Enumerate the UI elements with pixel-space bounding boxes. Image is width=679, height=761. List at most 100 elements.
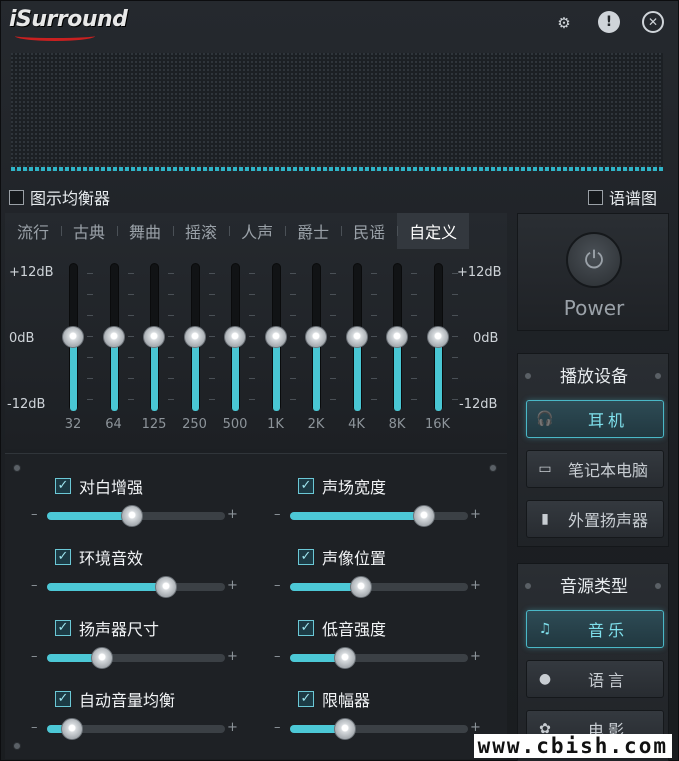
eq-band-frequency: 125 [141,417,167,432]
effect-slider-knob[interactable] [60,718,83,740]
slider-minus: – [274,507,281,522]
eq-band-slider[interactable] [224,263,246,413]
effect-slider-knob[interactable] [334,718,357,740]
effect-checkbox[interactable]: ✓ [298,620,314,636]
eq-band-knob[interactable] [224,326,246,348]
preset-tab[interactable]: 人声 [229,213,285,249]
effect-slider-knob[interactable] [334,647,357,669]
effect-checkbox[interactable]: ✓ [298,478,314,494]
effect-slider-knob[interactable] [121,505,144,527]
laptop-icon: ▭ [538,461,552,477]
info-icon[interactable]: ! [598,11,620,33]
eq-band-slider[interactable] [143,263,165,413]
source-title: 音源类型 [560,577,628,597]
effect-slider[interactable]: – + [274,647,510,669]
eq-band-slider[interactable] [305,263,327,413]
app-logo: iSurround [9,7,128,32]
graphic-eq-checkbox[interactable] [9,189,24,205]
effect-toggle[interactable]: ✓ 低音强度 [298,617,510,639]
preset-tab[interactable]: 舞曲 [117,213,173,249]
eq-tick [289,336,296,337]
effect-checkbox[interactable]: ✓ [298,691,314,707]
close-icon[interactable]: ✕ [642,11,664,33]
eq-band-fill [191,341,199,411]
spectrum-baseline [11,167,663,171]
eq-band-fill [353,341,361,411]
source-option[interactable]: ● 语言 [526,660,664,698]
preset-tab[interactable]: 民谣 [341,213,397,249]
eq-band-slider[interactable] [62,263,84,413]
eq-tick [249,336,255,337]
effect-toggle[interactable]: ✓ 环境音效 [55,546,267,568]
eq-band-knob[interactable] [264,326,287,348]
effect-slider[interactable]: – + [31,647,267,669]
spectrum-checkbox[interactable] [588,189,603,205]
eq-band-slider[interactable] [102,263,125,413]
preset-tab[interactable]: 爵士 [285,213,341,249]
eq-band-knob[interactable] [62,326,84,348]
effect-slider[interactable]: – + [31,718,267,740]
playback-option-label: 耳机 [587,411,628,430]
eq-band-slider[interactable] [426,263,449,413]
effect-checkbox[interactable]: ✓ [298,549,314,565]
gear-icon[interactable]: ⚙ [552,11,576,35]
db-mid-right: 0dB [473,331,499,346]
eq-tick [249,357,255,358]
effect-item: ✓ 限幅器 – + [274,688,510,740]
effect-toggle[interactable]: ✓ 声场宽度 [298,475,510,497]
eq-band-knob[interactable] [386,326,408,348]
effect-checkbox[interactable]: ✓ [55,478,71,494]
eq-tick [451,378,458,379]
eq-band-knob[interactable] [143,326,165,348]
effect-checkbox[interactable]: ✓ [55,691,71,707]
playback-option[interactable]: ▮ 外置扬声器 [526,500,664,538]
eq-tick [249,273,255,274]
eq-tick [289,273,296,274]
effect-toggle[interactable]: ✓ 自动音量均衡 [55,688,267,710]
effect-slider[interactable]: – + [274,505,510,527]
playback-option[interactable]: ▭ 笔记本电脑 [526,450,664,488]
effect-slider-knob[interactable] [412,505,435,527]
effect-slider[interactable]: – + [31,576,267,598]
eq-band-knob[interactable] [183,326,206,348]
preset-tab[interactable]: 流行 [5,213,61,249]
effect-toggle[interactable]: ✓ 扬声器尺寸 [55,617,267,639]
preset-tab[interactable]: 摇滚 [173,213,229,249]
playback-option[interactable]: 🎧 耳机 [526,400,664,438]
eq-band-slider[interactable] [345,263,368,413]
playback-option-label: 笔记本电脑 [567,461,648,480]
effect-toggle[interactable]: ✓ 对白增强 [55,475,267,497]
eq-band-slider[interactable] [183,263,206,413]
graphic-eq-option[interactable]: 图示均衡器 [9,185,110,209]
slider-plus: + [470,507,481,522]
eq-tick [451,357,458,358]
effect-slider-knob[interactable] [350,576,373,598]
effect-slider-knob[interactable] [91,647,114,669]
preset-tab[interactable]: 古典 [61,213,117,249]
eq-tick [168,315,174,316]
eq-band-slider[interactable] [264,263,287,413]
preset-tab[interactable]: 自定义 [397,213,470,249]
eq-band-knob[interactable] [305,326,327,348]
power-icon: ⏻ [584,246,604,274]
effect-slider[interactable]: – + [274,576,510,598]
eq-band-knob[interactable] [102,326,125,348]
source-option[interactable]: ♫ 音乐 [526,610,664,648]
effect-slider-knob[interactable] [155,576,178,598]
eq-band-slider[interactable] [386,263,408,413]
eq-tick [451,273,458,274]
eq-band-knob[interactable] [345,326,368,348]
effect-slider[interactable]: – + [31,505,267,527]
effect-toggle[interactable]: ✓ 声像位置 [298,546,510,568]
eq-band-knob[interactable] [426,326,449,348]
effect-checkbox[interactable]: ✓ [55,549,71,565]
eq-tick [370,399,377,400]
effect-checkbox[interactable]: ✓ [55,620,71,636]
spectrum-option[interactable]: 语谱图 [588,185,657,209]
effect-label: 环境音效 [79,549,144,568]
speaker-icon: ▮ [541,511,549,527]
slider-plus: + [227,720,238,735]
eq-band-fill [394,341,401,411]
power-button[interactable]: ⏻ [566,232,622,288]
effect-toggle[interactable]: ✓ 限幅器 [298,688,510,710]
